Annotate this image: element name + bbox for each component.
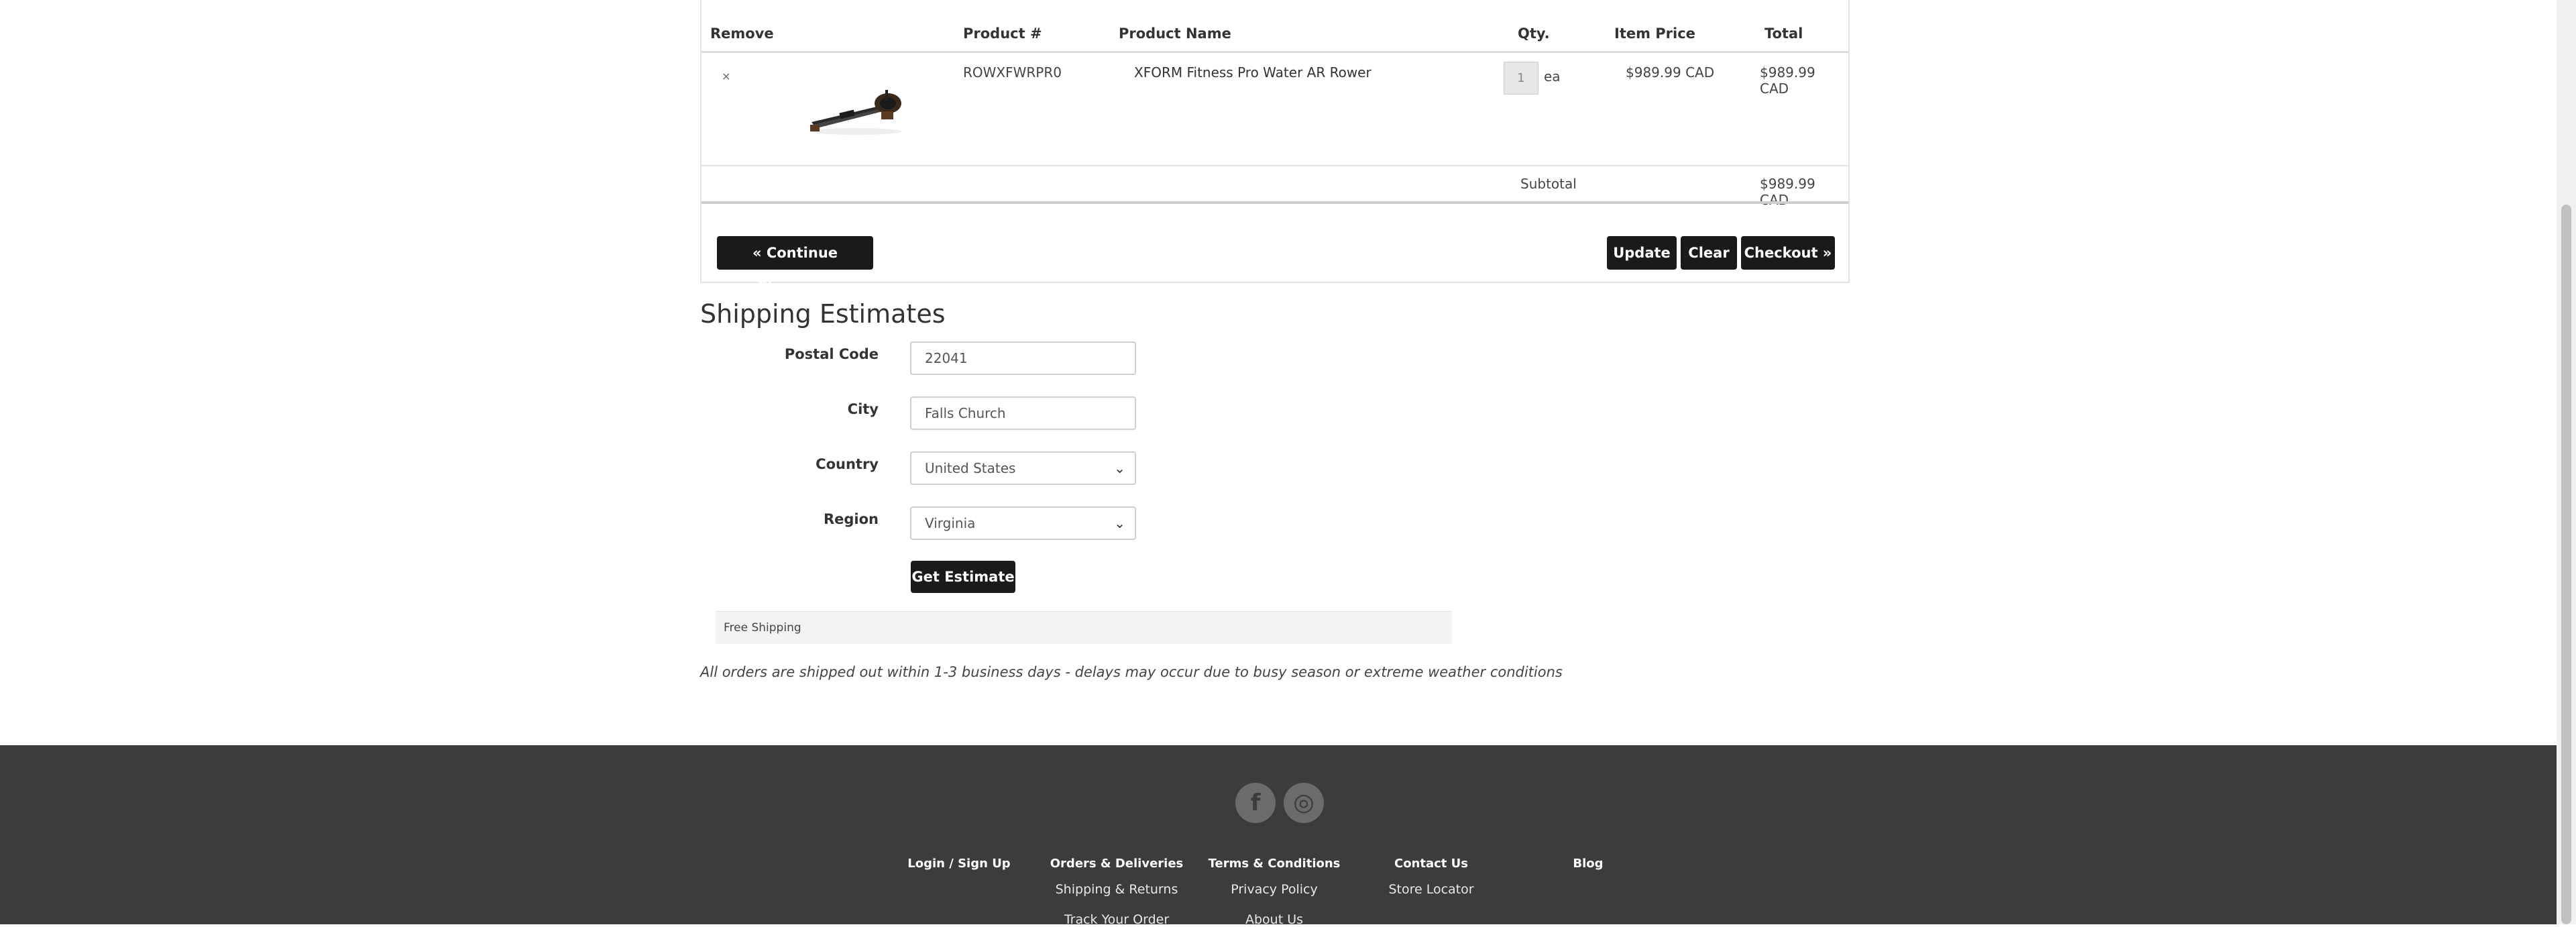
row-divider (702, 165, 1848, 166)
footer-login-link[interactable]: Login / Sign Up (879, 857, 1040, 871)
product-name-link[interactable]: XFORM Fitness Pro Water AR Rower (1134, 64, 1371, 80)
region-select[interactable]: Virginia ⌄ (910, 506, 1136, 540)
update-button[interactable]: Update (1607, 236, 1677, 270)
item-price: $989.99 CAD (1626, 64, 1715, 80)
product-number: ROWXFWRPR0 (963, 64, 1062, 80)
header-remove: Remove (710, 25, 774, 42)
country-label: Country (816, 456, 879, 472)
country-select[interactable]: United States ⌄ (910, 451, 1136, 485)
page: Remove Product # Product Name Qty. Item … (0, 0, 2557, 927)
region-label: Region (823, 511, 879, 527)
instagram-icon[interactable]: ◎ (1284, 783, 1324, 823)
chevron-down-icon: ⌄ (1114, 460, 1125, 476)
header-qty: Qty. (1518, 25, 1550, 42)
footer-track-order-link[interactable]: Track Your Order (1036, 912, 1197, 927)
subtotal-label: Subtotal (1520, 176, 1577, 192)
region-select-value: Virginia (925, 515, 976, 531)
footer-privacy-policy-link[interactable]: Privacy Policy (1194, 882, 1355, 897)
item-total: $989.99 CAD (1760, 64, 1815, 97)
header-total: Total (1765, 25, 1803, 42)
checkout-button[interactable]: Checkout » (1741, 236, 1835, 270)
quantity-unit: ea (1544, 68, 1561, 85)
get-estimate-button[interactable]: Get Estimate (911, 561, 1015, 593)
footer-blog-link[interactable]: Blog (1508, 857, 1669, 871)
postal-code-input[interactable]: 22041 (910, 341, 1136, 375)
header-product-name: Product Name (1119, 25, 1231, 42)
continue-shopping-button[interactable]: « Continue Shopping (717, 236, 873, 294)
city-input[interactable]: Falls Church (910, 396, 1136, 430)
header-product-number: Product # (963, 25, 1042, 42)
city-label: City (847, 401, 879, 417)
header-divider (702, 51, 1848, 53)
footer-about-us-link[interactable]: About Us (1194, 912, 1355, 927)
chevron-down-icon: ⌄ (1114, 515, 1125, 531)
footer-orders-heading[interactable]: Orders & Deliveries (1036, 857, 1197, 871)
page-scrollbar[interactable] (2557, 0, 2576, 924)
footer: f ◎ Login / Sign Up Orders & Deliveries … (0, 745, 2557, 927)
rower-product-image[interactable] (806, 80, 907, 141)
quantity-input[interactable]: 1 (1504, 62, 1538, 95)
country-select-value: United States (925, 460, 1016, 476)
facebook-icon[interactable]: f (1235, 783, 1276, 823)
cart-table: Remove Product # Product Name Qty. Item … (700, 0, 1850, 294)
remove-item-button[interactable]: × (722, 70, 730, 83)
footer-terms-heading[interactable]: Terms & Conditions (1194, 857, 1355, 871)
scrollbar-thumb[interactable] (2561, 205, 2571, 924)
postal-code-label: Postal Code (784, 346, 879, 362)
header-item-price: Item Price (1614, 25, 1695, 42)
clear-button[interactable]: Clear (1681, 236, 1737, 270)
shipping-result: Free Shipping (716, 611, 1452, 644)
shipping-note: All orders are shipped out within 1-3 bu… (700, 664, 1563, 680)
shipping-estimates-title: Shipping Estimates (700, 299, 946, 329)
subtotal-divider (702, 201, 1848, 204)
footer-shipping-returns-link[interactable]: Shipping & Returns (1036, 882, 1197, 897)
footer-contact-heading[interactable]: Contact Us (1351, 857, 1512, 871)
footer-store-locator-link[interactable]: Store Locator (1351, 882, 1512, 897)
